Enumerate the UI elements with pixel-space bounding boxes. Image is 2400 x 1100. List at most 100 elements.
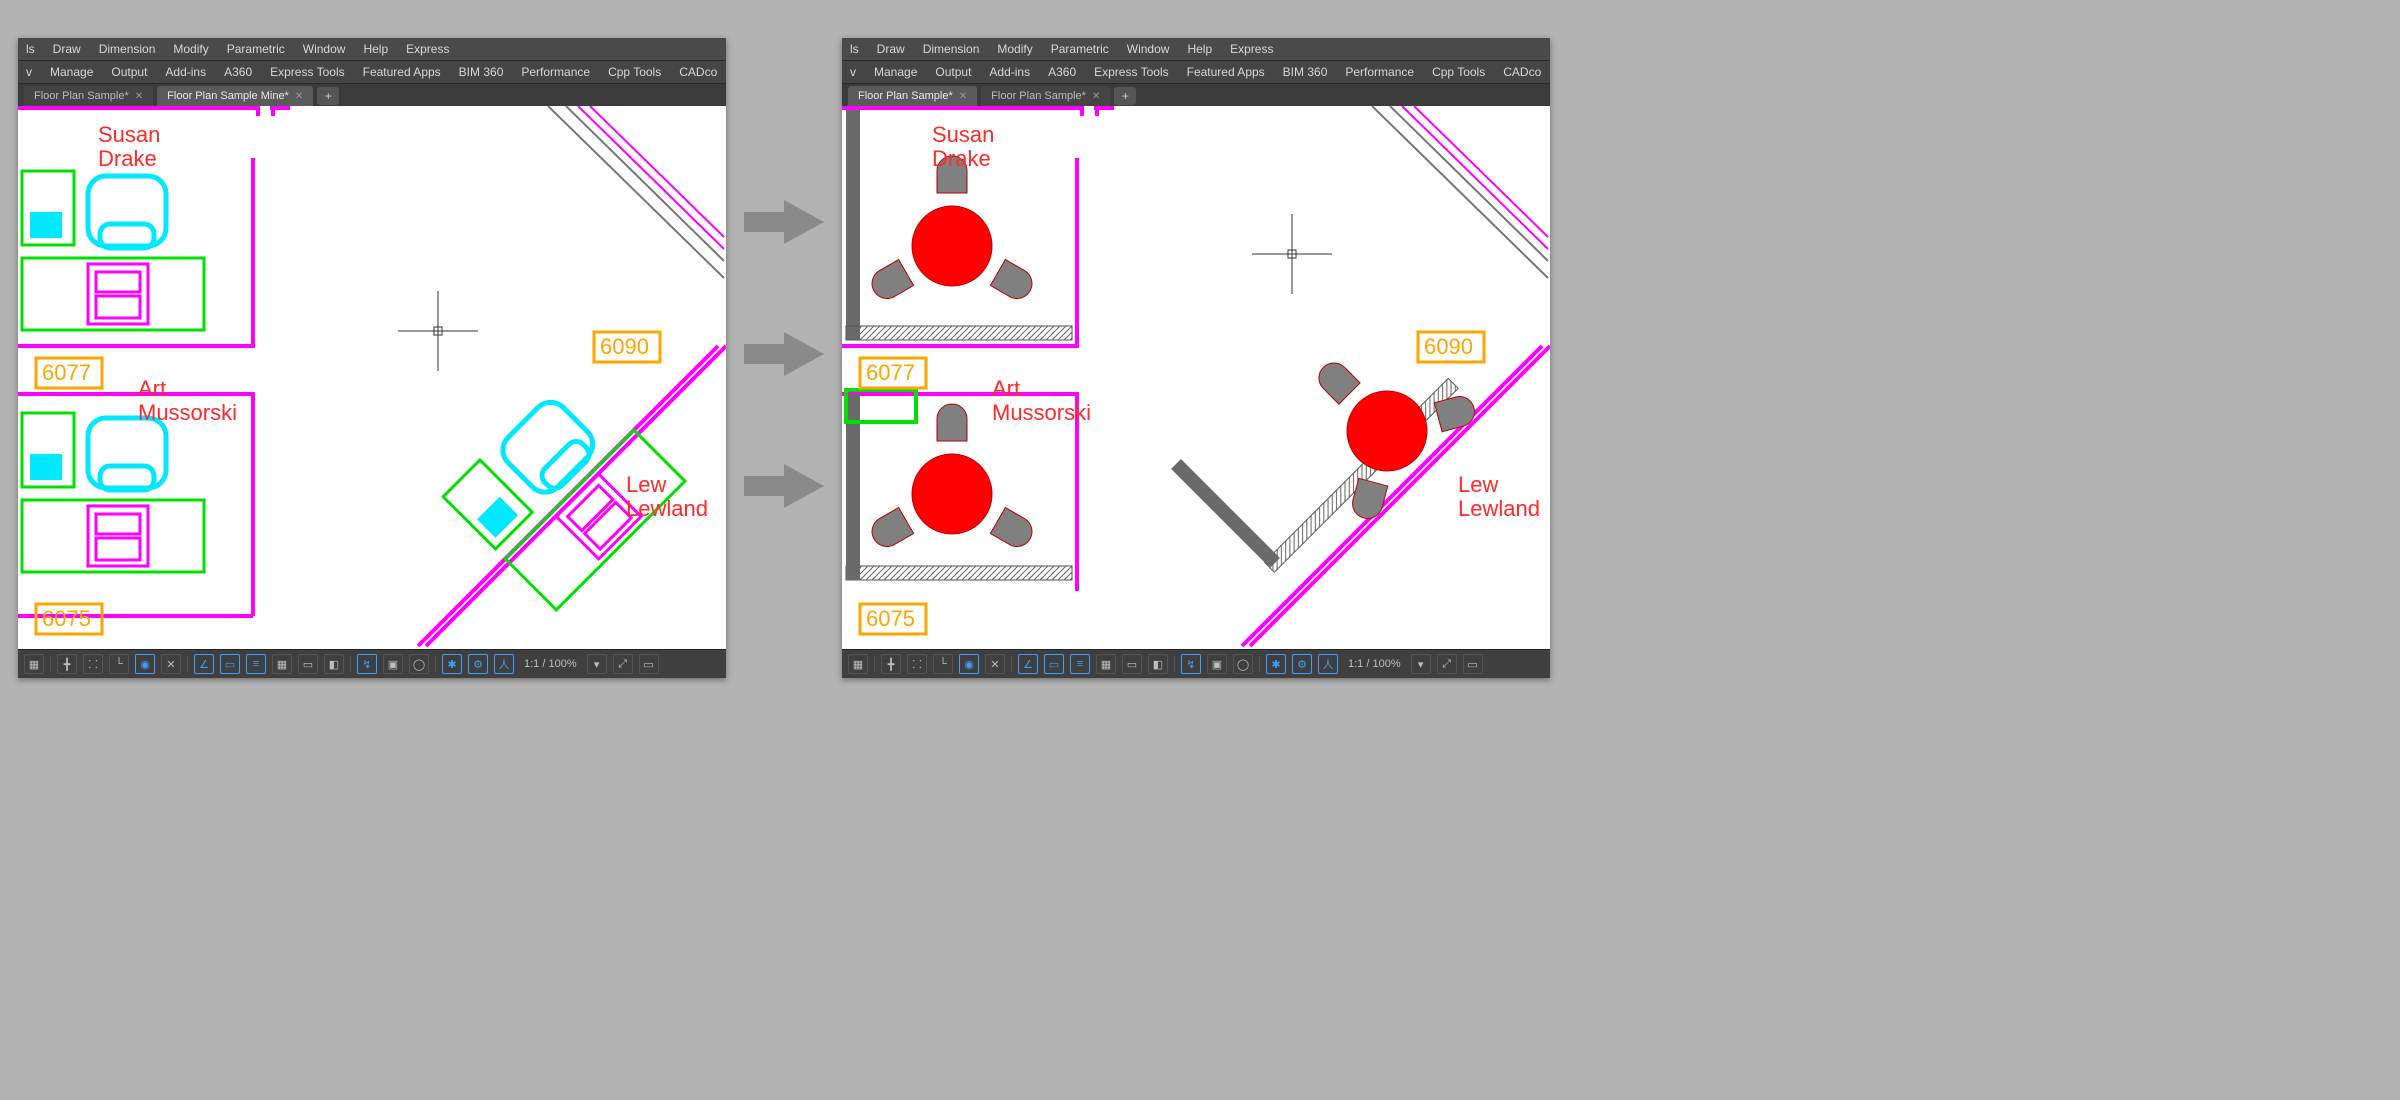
menu-tools[interactable]: ls bbox=[850, 42, 859, 56]
menu-help[interactable]: Help bbox=[1187, 42, 1212, 56]
menu-express[interactable]: Express bbox=[406, 42, 449, 56]
ribbon-bim360[interactable]: BIM 360 bbox=[459, 65, 504, 79]
menu-help[interactable]: Help bbox=[363, 42, 388, 56]
close-icon[interactable]: ✕ bbox=[1092, 91, 1100, 102]
status-qp-icon[interactable]: ↯ bbox=[357, 654, 377, 674]
ribbon-addins[interactable]: Add-ins bbox=[165, 65, 206, 79]
status-ws-icon[interactable]: ✱ bbox=[442, 654, 462, 674]
ribbon-cadco[interactable]: CADco bbox=[1503, 65, 1541, 79]
occupant-label: Susan bbox=[932, 122, 994, 147]
status-snap-icon[interactable]: ⸬ bbox=[83, 654, 103, 674]
menu-modify[interactable]: Modify bbox=[997, 42, 1032, 56]
ribbon-express-tools[interactable]: Express Tools bbox=[270, 65, 344, 79]
status-ducs-icon[interactable]: ≡ bbox=[1070, 654, 1090, 674]
status-polar-icon[interactable]: ◉ bbox=[959, 654, 979, 674]
status-clean-icon[interactable]: ▭ bbox=[639, 654, 659, 674]
menu-bar[interactable]: ls Draw Dimension Modify Parametric Wind… bbox=[18, 38, 726, 61]
ribbon-performance[interactable]: Performance bbox=[521, 65, 590, 79]
ribbon-manage[interactable]: Manage bbox=[874, 65, 917, 79]
ribbon-manage[interactable]: Manage bbox=[50, 65, 93, 79]
status-zoomopts-icon[interactable]: ▾ bbox=[587, 654, 607, 674]
status-dyn-icon[interactable]: ▦ bbox=[1096, 654, 1116, 674]
ribbon-express-tools[interactable]: Express Tools bbox=[1094, 65, 1168, 79]
status-grid-icon[interactable]: ╋ bbox=[57, 654, 77, 674]
status-gizmo-icon[interactable]: ⚙ bbox=[1292, 654, 1312, 674]
document-tab[interactable]: Floor Plan Sample* ✕ bbox=[24, 86, 153, 106]
status-ws-icon[interactable]: ✱ bbox=[1266, 654, 1286, 674]
drawing-canvas[interactable]: 6077 6075 6090 Susan Drake Art Mussorski… bbox=[18, 106, 726, 650]
status-polar-icon[interactable]: ◉ bbox=[135, 654, 155, 674]
ribbon-featured-apps[interactable]: Featured Apps bbox=[363, 65, 441, 79]
close-icon[interactable]: ✕ bbox=[959, 91, 967, 102]
menu-dimension[interactable]: Dimension bbox=[99, 42, 156, 56]
status-ortho-icon[interactable]: └ bbox=[933, 654, 953, 674]
status-osnap-icon[interactable]: ∠ bbox=[1018, 654, 1038, 674]
status-zoom-label[interactable]: 1:1 / 100% bbox=[1344, 658, 1405, 670]
menu-draw[interactable]: Draw bbox=[53, 42, 81, 56]
ribbon-output[interactable]: Output bbox=[111, 65, 147, 79]
document-tab-active[interactable]: Floor Plan Sample Mine* ✕ bbox=[157, 86, 313, 106]
close-icon[interactable]: ✕ bbox=[135, 91, 143, 102]
status-zoomopts-icon[interactable]: ▾ bbox=[1411, 654, 1431, 674]
status-otrack-icon[interactable]: ▭ bbox=[1044, 654, 1064, 674]
menu-bar[interactable]: ls Draw Dimension Modify Parametric Wind… bbox=[842, 38, 1550, 61]
status-lwt-icon[interactable]: ▭ bbox=[1122, 654, 1142, 674]
new-tab-button[interactable]: + bbox=[1114, 87, 1136, 105]
status-axes-icon[interactable]: 人 bbox=[1318, 654, 1338, 674]
status-otrack-icon[interactable]: ▭ bbox=[220, 654, 240, 674]
ribbon-bar[interactable]: v Manage Output Add-ins A360 Express Too… bbox=[18, 61, 726, 84]
status-iso-icon[interactable]: ✕ bbox=[985, 654, 1005, 674]
ribbon-a360[interactable]: A360 bbox=[1048, 65, 1076, 79]
new-tab-button[interactable]: + bbox=[317, 87, 339, 105]
menu-dimension[interactable]: Dimension bbox=[923, 42, 980, 56]
status-gizmo-icon[interactable]: ⚙ bbox=[468, 654, 488, 674]
status-dyn-icon[interactable]: ▦ bbox=[272, 654, 292, 674]
ribbon-cadco[interactable]: CADco bbox=[679, 65, 717, 79]
status-lwt-icon[interactable]: ▭ bbox=[298, 654, 318, 674]
status-qp-icon[interactable]: ↯ bbox=[1181, 654, 1201, 674]
document-tab-active[interactable]: Floor Plan Sample* ✕ bbox=[848, 86, 977, 106]
menu-window[interactable]: Window bbox=[303, 42, 346, 56]
menu-parametric[interactable]: Parametric bbox=[227, 42, 285, 56]
status-sc-icon[interactable]: ▣ bbox=[1207, 654, 1227, 674]
document-tab[interactable]: Floor Plan Sample* ✕ bbox=[981, 86, 1110, 106]
ribbon-bim360[interactable]: BIM 360 bbox=[1283, 65, 1328, 79]
ribbon-cpp-tools[interactable]: Cpp Tools bbox=[608, 65, 661, 79]
ribbon-view[interactable]: v bbox=[26, 65, 32, 79]
menu-parametric[interactable]: Parametric bbox=[1051, 42, 1109, 56]
menu-tools[interactable]: ls bbox=[26, 42, 35, 56]
occupant-label: Lewland bbox=[1458, 496, 1540, 521]
ribbon-addins[interactable]: Add-ins bbox=[989, 65, 1030, 79]
ribbon-view[interactable]: v bbox=[850, 65, 856, 79]
status-clean-icon[interactable]: ▭ bbox=[1463, 654, 1483, 674]
drawing-canvas[interactable]: 6077 6075 6090 Susan Drake Art Mussorski… bbox=[842, 106, 1550, 650]
menu-window[interactable]: Window bbox=[1127, 42, 1170, 56]
status-snap-icon[interactable]: ⸬ bbox=[907, 654, 927, 674]
status-ducs-icon[interactable]: ≡ bbox=[246, 654, 266, 674]
status-ann-icon[interactable]: ◯ bbox=[1233, 654, 1253, 674]
status-transparency-icon[interactable]: ◧ bbox=[324, 654, 344, 674]
ribbon-performance[interactable]: Performance bbox=[1345, 65, 1414, 79]
status-model-icon[interactable]: ▦ bbox=[848, 654, 868, 674]
status-maximize-icon[interactable]: ⤢ bbox=[613, 654, 633, 674]
status-iso-icon[interactable]: ✕ bbox=[161, 654, 181, 674]
ribbon-bar[interactable]: v Manage Output Add-ins A360 Express Too… bbox=[842, 61, 1550, 84]
status-grid-icon[interactable]: ╋ bbox=[881, 654, 901, 674]
status-osnap-icon[interactable]: ∠ bbox=[194, 654, 214, 674]
status-ortho-icon[interactable]: └ bbox=[109, 654, 129, 674]
menu-modify[interactable]: Modify bbox=[173, 42, 208, 56]
status-sc-icon[interactable]: ▣ bbox=[383, 654, 403, 674]
status-ann-icon[interactable]: ◯ bbox=[409, 654, 429, 674]
close-icon[interactable]: ✕ bbox=[295, 91, 303, 102]
ribbon-output[interactable]: Output bbox=[935, 65, 971, 79]
ribbon-featured-apps[interactable]: Featured Apps bbox=[1187, 65, 1265, 79]
menu-draw[interactable]: Draw bbox=[877, 42, 905, 56]
status-axes-icon[interactable]: 人 bbox=[494, 654, 514, 674]
ribbon-cpp-tools[interactable]: Cpp Tools bbox=[1432, 65, 1485, 79]
menu-express[interactable]: Express bbox=[1230, 42, 1273, 56]
ribbon-a360[interactable]: A360 bbox=[224, 65, 252, 79]
status-model-icon[interactable]: ▦ bbox=[24, 654, 44, 674]
status-zoom-label[interactable]: 1:1 / 100% bbox=[520, 658, 581, 670]
status-transparency-icon[interactable]: ◧ bbox=[1148, 654, 1168, 674]
status-maximize-icon[interactable]: ⤢ bbox=[1437, 654, 1457, 674]
